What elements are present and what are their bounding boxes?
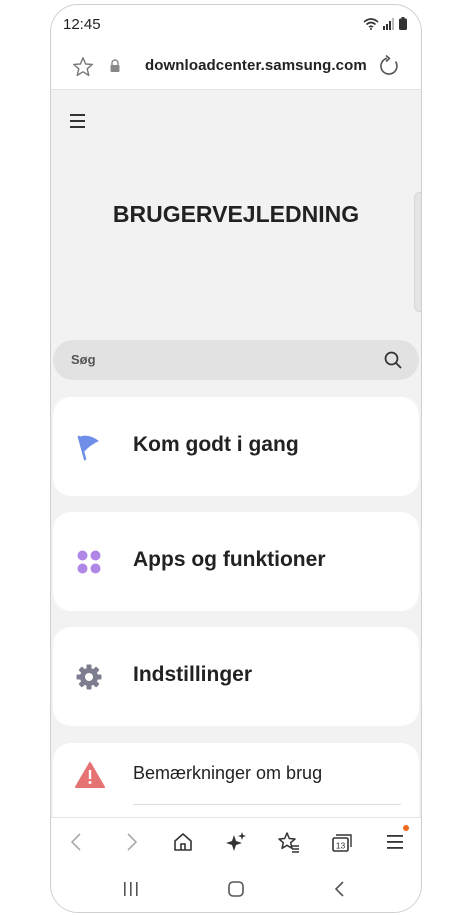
tabs-icon[interactable]: 13 [330,830,354,854]
card-label: Apps og funktioner [133,548,326,571]
search-placeholder: Søg [71,352,96,367]
bookmarks-icon[interactable] [277,830,301,854]
card-kom-godt-i-gang[interactable]: Kom godt i gang [53,397,419,496]
url-field[interactable]: downloadcenter.samsung.com [145,57,367,74]
gear-icon [76,664,102,690]
recent-apps-icon[interactable] [121,879,141,899]
reload-icon[interactable] [377,54,401,78]
card-label: Kom godt i gang [133,433,299,456]
warning-icon [75,762,105,788]
browser-toolbar: 13 [51,817,421,866]
back-nav-icon[interactable] [330,879,350,899]
wifi-icon [363,17,379,30]
address-bar: downloadcenter.samsung.com [51,43,421,90]
search-icon[interactable] [383,350,403,370]
card-apps-og-funktioner[interactable]: Apps og funktioner [53,512,419,611]
battery-icon [399,17,407,30]
divider [133,804,401,805]
signal-icon [383,17,394,30]
home-icon[interactable] [171,830,195,854]
system-nav-bar [51,865,421,912]
page-title: BRUGERVEJLEDNING [112,201,360,227]
status-time: 12:45 [63,16,101,33]
card-label: Bemærkninger om brug [133,763,323,783]
sparkle-icon[interactable] [224,830,248,854]
forward-icon[interactable] [119,830,143,854]
flag-icon [77,435,99,461]
lock-icon [110,59,120,72]
notification-dot [403,825,409,831]
card-indstillinger[interactable]: Indstillinger [53,627,419,726]
page-content: BRUGERVEJLEDNING Søg Kom godt i gang App… [51,90,421,833]
back-icon[interactable] [65,830,89,854]
hamburger-menu-icon[interactable] [69,112,89,130]
apps-grid-icon [77,550,101,574]
edge-panel-handle[interactable] [414,192,421,312]
tab-count: 13 [336,840,346,850]
phone-screen: 12:45 downloadcenter.samsung.com BRUGERV… [50,4,422,913]
bookmark-star-icon[interactable] [71,55,95,79]
status-icons [363,17,407,30]
home-nav-icon[interactable] [226,879,246,899]
menu-icon[interactable] [383,830,407,854]
status-bar: 12:45 [51,5,421,43]
card-label: Indstillinger [133,663,253,686]
search-input[interactable]: Søg [53,340,419,380]
